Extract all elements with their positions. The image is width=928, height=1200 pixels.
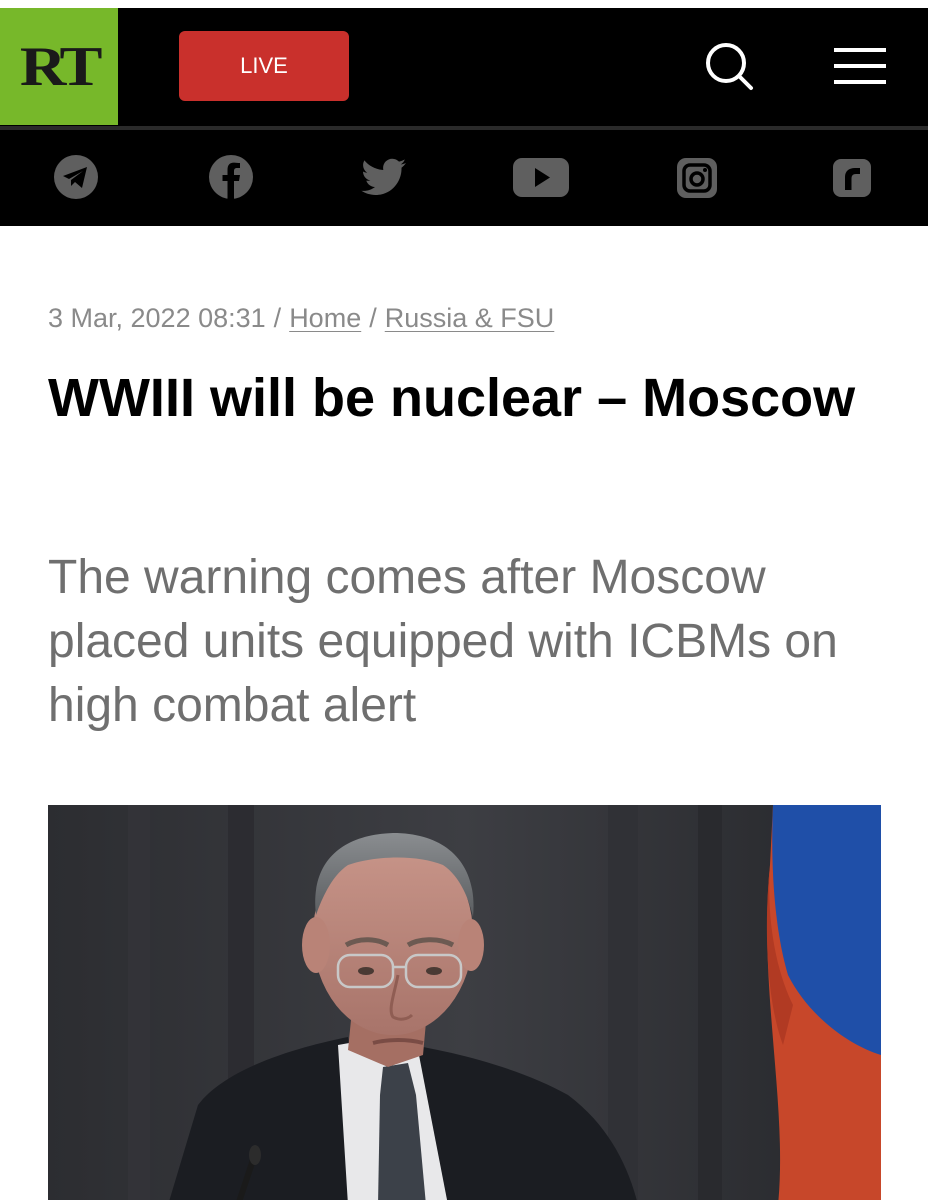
article-meta: 3 Mar, 2022 08:31/Home / Russia & FSU xyxy=(48,300,908,336)
breadcrumb-russia-fsu-link[interactable]: Russia & FSU xyxy=(385,303,555,333)
article-photo-graphic xyxy=(48,805,881,1200)
youtube-icon[interactable] xyxy=(512,153,570,201)
article-subtitle: The warning comes after Moscow placed un… xyxy=(48,551,838,732)
breadcrumb-separator: / xyxy=(369,303,377,333)
search-icon[interactable] xyxy=(703,40,755,92)
breadcrumb-home-link[interactable]: Home xyxy=(289,303,361,333)
twitter-icon[interactable] xyxy=(360,153,408,201)
top-strip xyxy=(0,0,928,8)
breadcrumb-separator: / xyxy=(273,303,282,333)
telegram-icon[interactable] xyxy=(52,153,100,201)
rt-article-page: RT LIVE 3 Mar, 2022 08:31 / Home / Russi… xyxy=(0,0,928,1200)
article-title: WWIII will be nuclear – Moscow xyxy=(48,368,856,428)
hamburger-menu-icon[interactable] xyxy=(832,44,888,88)
rumble-icon[interactable] xyxy=(832,158,872,198)
rt-logo-text: RT xyxy=(19,35,103,98)
site-header: RT LIVE xyxy=(0,0,928,128)
article-date: 3 Mar, 2022 08:31 xyxy=(48,303,266,333)
article-photo xyxy=(48,805,881,1200)
instagram-icon[interactable] xyxy=(676,157,718,199)
social-bar xyxy=(0,130,928,226)
facebook-icon[interactable] xyxy=(207,153,255,201)
rt-logo[interactable]: RT xyxy=(0,8,118,125)
live-button[interactable]: LIVE xyxy=(179,31,349,101)
